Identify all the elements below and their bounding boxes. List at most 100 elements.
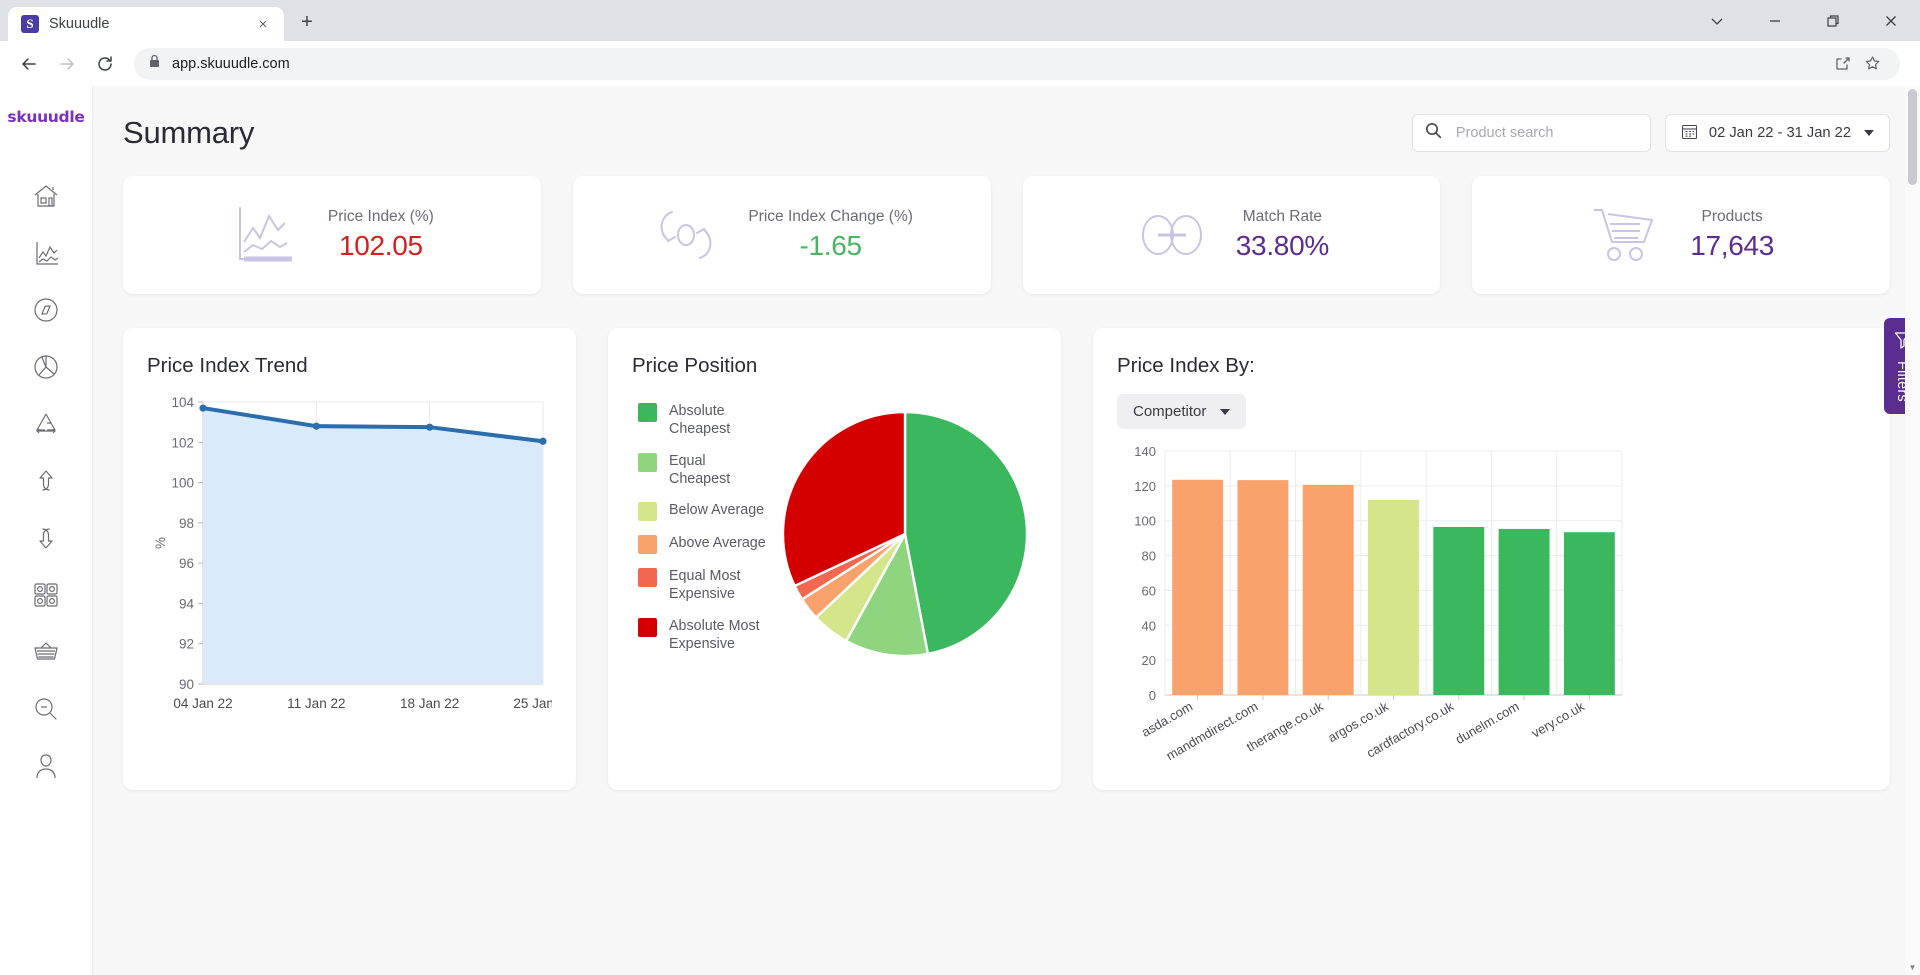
minimize-icon[interactable] — [1746, 0, 1804, 41]
legend-label: Equal Most Expensive — [669, 567, 769, 604]
restore-icon[interactable] — [1804, 0, 1862, 41]
sidebar-item-increases[interactable] — [18, 453, 74, 509]
kpi-card-price-index: Price Index (%) 102.05 — [123, 176, 541, 294]
sidebar-item-explore[interactable] — [18, 282, 74, 338]
panel-title: Price Position — [632, 354, 1037, 378]
legend-swatch — [638, 618, 657, 637]
legend-item[interactable]: Absolute Cheapest — [638, 402, 772, 439]
compass-icon — [31, 295, 61, 325]
legend-swatch — [638, 568, 657, 587]
legend-label: Equal Cheapest — [669, 452, 769, 489]
basket-icon — [31, 637, 61, 667]
svg-text:11 Jan 22: 11 Jan 22 — [287, 696, 345, 711]
legend-swatch — [638, 535, 657, 554]
window-controls — [1688, 0, 1920, 41]
new-tab-button[interactable]: + — [290, 5, 324, 39]
address-bar[interactable]: app.skuuudle.com — [134, 48, 1900, 80]
legend-item[interactable]: Equal Cheapest — [638, 452, 772, 489]
sidebar-item-decreases[interactable] — [18, 510, 74, 566]
sidebar-item-home[interactable] — [18, 168, 74, 224]
share-icon[interactable] — [1828, 50, 1856, 78]
svg-text:90: 90 — [179, 677, 194, 692]
legend-item[interactable]: Equal Most Expensive — [638, 567, 772, 604]
chart-panels: Price Index Trend 909294969810010210404 … — [123, 328, 1890, 790]
sidebar-item-analytics[interactable] — [18, 225, 74, 281]
svg-text:100: 100 — [171, 476, 194, 491]
link-loop-icon — [1134, 207, 1210, 263]
chevron-down-icon[interactable] — [1688, 0, 1746, 41]
legend-swatch — [638, 502, 657, 521]
close-icon[interactable] — [1862, 0, 1920, 41]
svg-text:120: 120 — [1134, 479, 1156, 494]
browser-tab[interactable]: S Skuuudle × — [8, 7, 284, 41]
sidebar-item-basket[interactable] — [18, 624, 74, 680]
line-chart-icon — [230, 202, 302, 268]
kpi-row: Price Index (%) 102.05 Price Index Chang… — [123, 176, 1890, 294]
page-title: Summary — [123, 115, 254, 151]
svg-text:40: 40 — [1142, 618, 1156, 633]
tab-strip: S Skuuudle × + — [0, 0, 1920, 41]
date-range-picker[interactable]: 02 Jan 22 - 31 Jan 22 — [1665, 114, 1890, 152]
date-range-label: 02 Jan 22 - 31 Jan 22 — [1709, 125, 1851, 141]
sidebar-item-segments[interactable] — [18, 339, 74, 395]
user-icon — [31, 751, 61, 781]
panel-title: Price Index By: — [1117, 354, 1866, 378]
sidebar: skuuudle — [0, 86, 93, 975]
scrollbar-thumb[interactable] — [1908, 89, 1917, 185]
svg-text:25 Jan 22: 25 Jan 22 — [513, 696, 552, 711]
svg-text:dunelm.com: dunelm.com — [1453, 699, 1522, 747]
svg-text:20: 20 — [1142, 653, 1156, 668]
price-index-by-chart: 020406080100120140asda.commandmdirect.co… — [1117, 443, 1866, 773]
svg-text:asda.com: asda.com — [1139, 699, 1195, 740]
arrow-up-icon — [31, 466, 61, 496]
arrow-down-icon — [31, 523, 61, 553]
page-header: Summary — [123, 114, 1890, 152]
omnibox-actions — [1828, 50, 1886, 78]
vertical-scrollbar[interactable]: ▲ ▼ — [1905, 86, 1920, 975]
product-search[interactable] — [1412, 114, 1651, 152]
kpi-text: Match Rate 33.80% — [1236, 208, 1329, 262]
sidebar-item-search[interactable] — [18, 681, 74, 737]
grid-icon — [32, 581, 60, 609]
tab-title: Skuuudle — [49, 16, 242, 32]
reload-icon[interactable] — [88, 47, 122, 81]
kpi-text: Products 17,643 — [1690, 208, 1774, 262]
chevron-down-icon — [1220, 409, 1230, 415]
dimension-selector[interactable]: Competitor — [1117, 394, 1246, 429]
kpi-text: Price Index (%) 102.05 — [328, 208, 434, 262]
kpi-card-match-rate: Match Rate 33.80% — [1023, 176, 1441, 294]
svg-text:102: 102 — [171, 435, 194, 450]
header-controls: 02 Jan 22 - 31 Jan 22 — [1412, 114, 1890, 152]
legend-swatch — [638, 403, 657, 422]
scroll-down-icon[interactable]: ▼ — [1905, 960, 1920, 975]
forward-icon[interactable] — [50, 47, 84, 81]
pie-legend: Absolute Cheapest Equal Cheapest Below Ave… — [632, 402, 772, 666]
search-input[interactable] — [1456, 125, 1638, 141]
lock-icon — [148, 54, 161, 73]
back-icon[interactable] — [12, 47, 46, 81]
change-arrows-icon — [650, 202, 722, 268]
legend-label: Below Average — [669, 501, 764, 519]
legend-item[interactable]: Below Average — [638, 501, 772, 521]
pie-holder — [772, 409, 1037, 659]
search-icon — [31, 694, 61, 724]
legend-label: Absolute Most Expensive — [669, 617, 769, 654]
app-logo[interactable]: skuuudle — [7, 108, 84, 126]
close-tab-icon[interactable]: × — [252, 13, 274, 35]
legend-swatch — [638, 453, 657, 472]
browser-window: S Skuuudle × + — [0, 0, 1920, 975]
chevron-down-icon — [1864, 130, 1874, 136]
url-text: app.skuuudle.com — [172, 56, 290, 72]
legend-item[interactable]: Above Average — [638, 534, 772, 554]
sidebar-item-catalogue[interactable] — [18, 567, 74, 623]
price-position-chart: Absolute Cheapest Equal Cheapest Below Ave… — [632, 402, 1037, 666]
kpi-value: 17,643 — [1690, 230, 1774, 262]
browser-toolbar: app.skuuudle.com — [0, 41, 1920, 86]
kpi-value: 102.05 — [328, 230, 434, 262]
sidebar-item-account[interactable] — [18, 738, 74, 794]
svg-text:very.co.uk: very.co.uk — [1529, 698, 1587, 740]
bookmark-star-icon[interactable] — [1858, 50, 1886, 78]
sidebar-item-recycle[interactable] — [18, 396, 74, 452]
legend-item[interactable]: Absolute Most Expensive — [638, 617, 772, 654]
line-chart-icon — [31, 238, 61, 268]
